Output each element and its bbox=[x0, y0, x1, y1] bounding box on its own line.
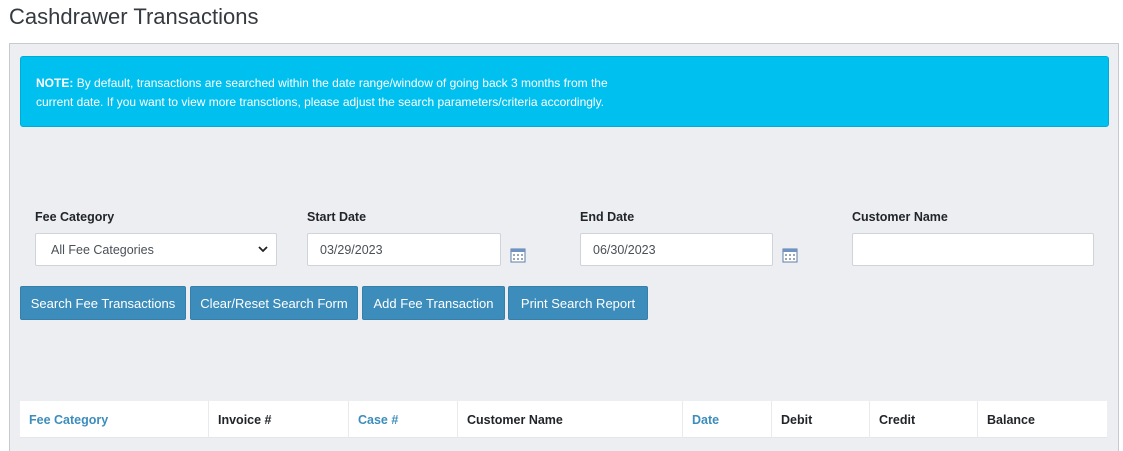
column-header-invoice: Invoice # bbox=[209, 401, 349, 438]
calendar-icon[interactable] bbox=[782, 247, 798, 263]
alert-line-2: current date. If you want to view more t… bbox=[36, 95, 605, 109]
search-fee-transactions-button[interactable]: Search Fee Transactions bbox=[20, 286, 186, 320]
clear-reset-search-form-button[interactable]: Clear/Reset Search Form bbox=[190, 286, 358, 320]
column-header-case[interactable]: Case # bbox=[349, 401, 458, 438]
end-date-label: End Date bbox=[580, 210, 635, 224]
column-header-debit: Debit bbox=[772, 401, 870, 438]
search-panel: NOTE: By default, transactions are searc… bbox=[9, 43, 1119, 451]
end-date-input[interactable]: 06/30/2023 bbox=[580, 233, 773, 266]
info-alert: NOTE: By default, transactions are searc… bbox=[20, 56, 1109, 127]
fee-category-select[interactable]: All Fee Categories bbox=[35, 233, 277, 266]
fee-category-value: All Fee Categories bbox=[51, 242, 154, 257]
print-search-report-button[interactable]: Print Search Report bbox=[508, 286, 648, 320]
page-title: Cashdrawer Transactions bbox=[9, 4, 259, 29]
column-header-credit: Credit bbox=[870, 401, 978, 438]
column-header-date[interactable]: Date bbox=[683, 401, 772, 438]
start-date-value: 03/29/2023 bbox=[320, 242, 383, 257]
alert-prefix: NOTE: bbox=[36, 76, 74, 90]
transactions-table-header: Fee Category Invoice # Case # Customer N… bbox=[20, 401, 1107, 438]
add-fee-transaction-button[interactable]: Add Fee Transaction bbox=[362, 286, 505, 320]
fee-category-label: Fee Category bbox=[35, 210, 115, 224]
alert-line-1: By default, transactions are searched wi… bbox=[76, 76, 608, 90]
column-header-balance: Balance bbox=[987, 412, 1035, 427]
column-header-customer-name: Customer Name bbox=[458, 401, 683, 438]
end-date-value: 06/30/2023 bbox=[593, 242, 656, 257]
customer-name-input[interactable] bbox=[852, 233, 1094, 266]
start-date-label: Start Date bbox=[307, 210, 367, 224]
calendar-icon[interactable] bbox=[510, 247, 526, 263]
chevron-down-icon bbox=[250, 244, 276, 256]
column-header-fee-category[interactable]: Fee Category bbox=[20, 401, 209, 438]
start-date-input[interactable]: 03/29/2023 bbox=[307, 233, 501, 266]
customer-name-label: Customer Name bbox=[852, 210, 948, 224]
